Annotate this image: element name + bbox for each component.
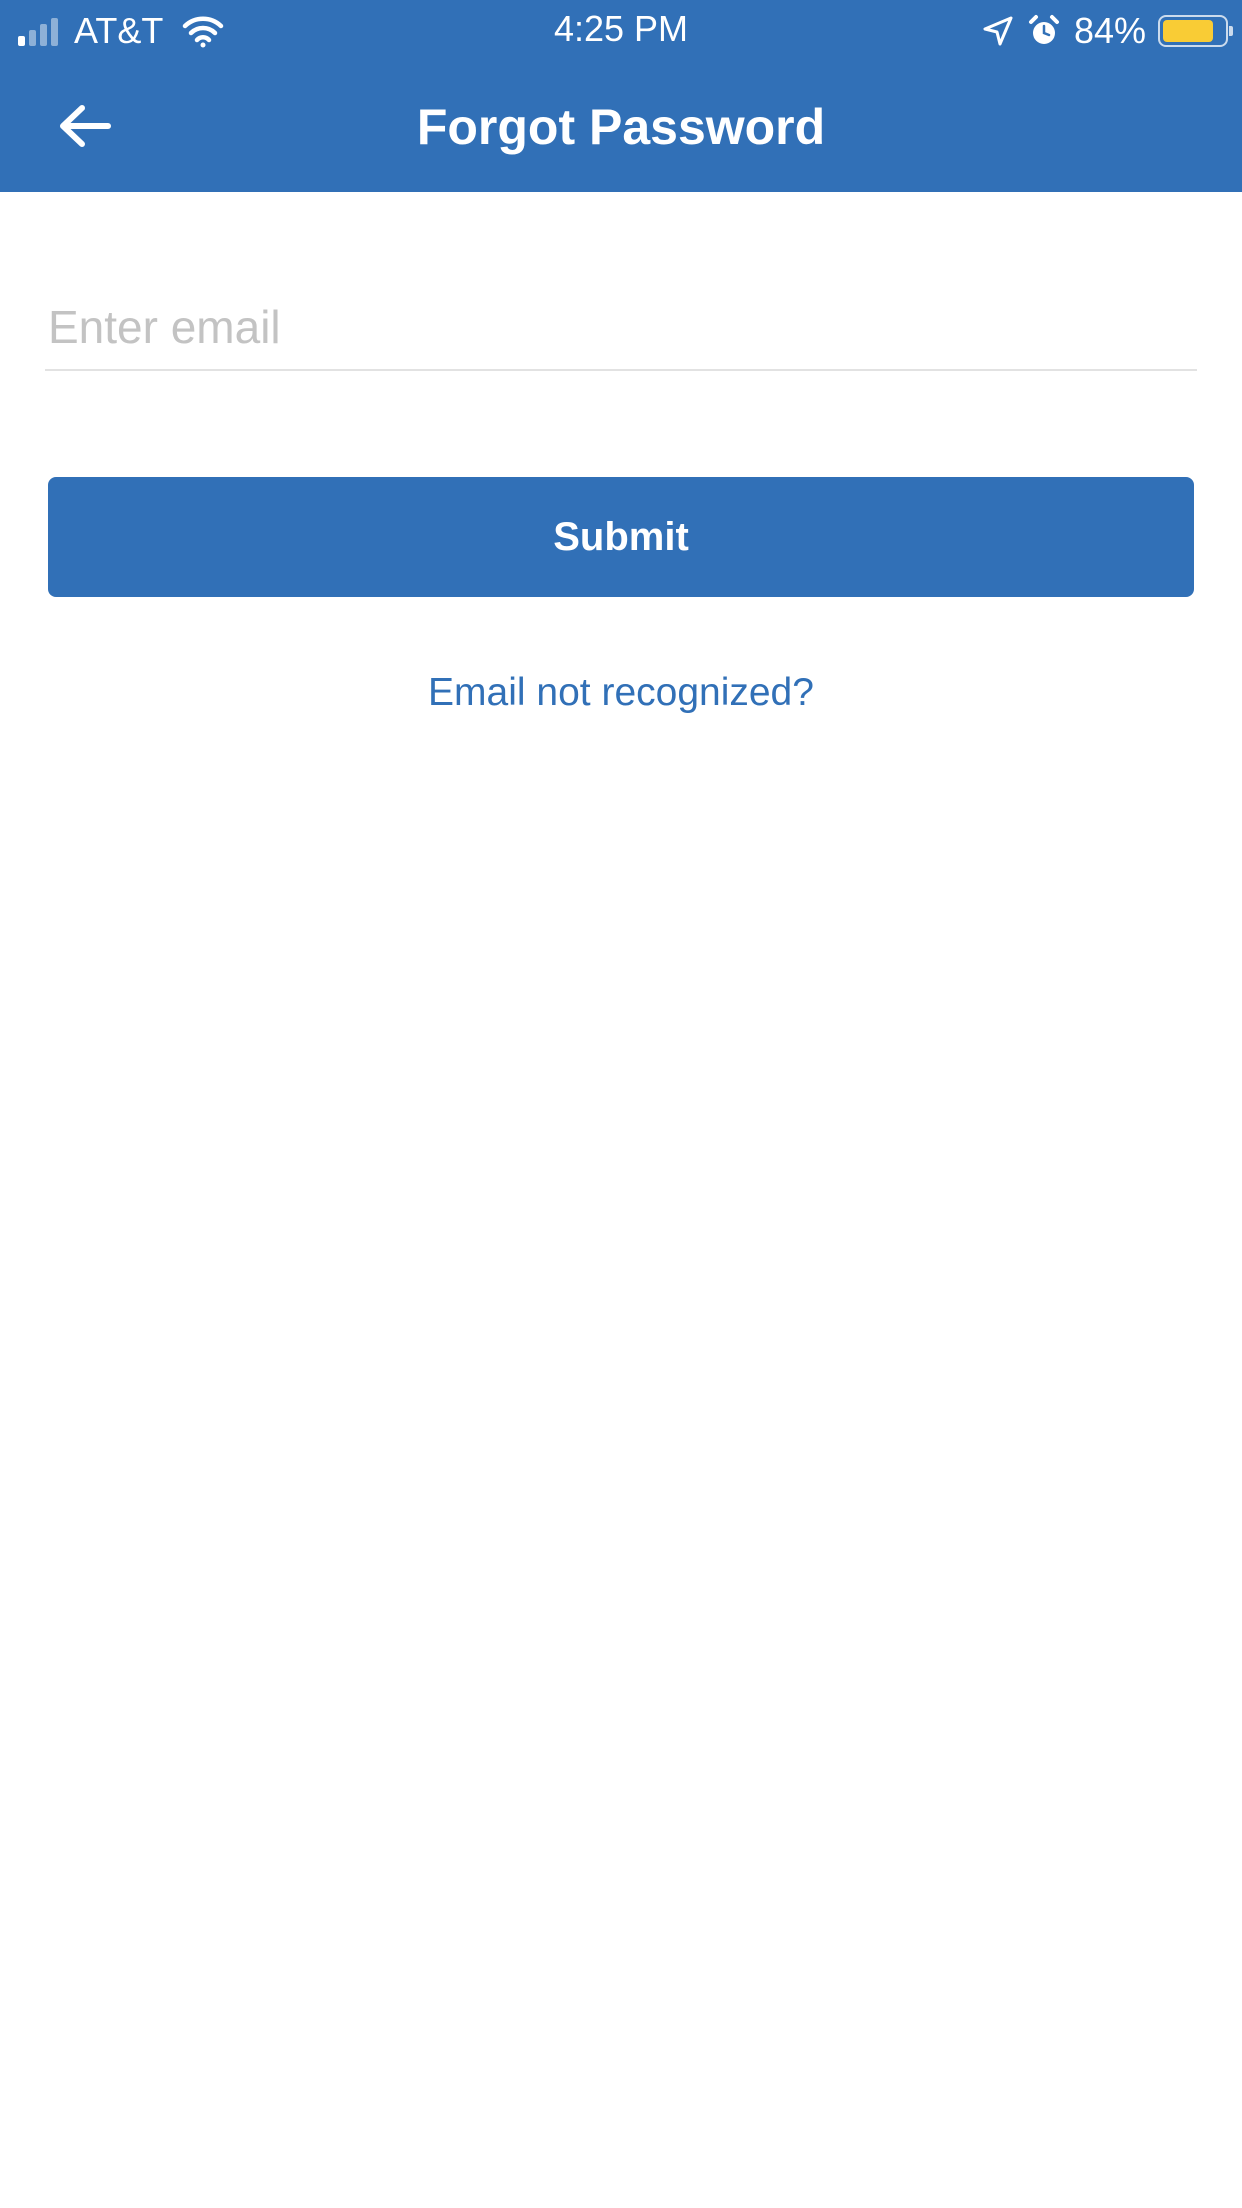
email-input[interactable] — [45, 285, 1197, 369]
email-field[interactable] — [45, 285, 1197, 371]
status-bar: AT&T 4:25 PM 84% — [0, 0, 1242, 62]
status-indicators: 84% — [982, 10, 1233, 52]
battery-percent: 84% — [1073, 10, 1146, 51]
app-header: AT&T 4:25 PM 84% Forgot Password — [0, 0, 1242, 192]
battery-icon — [1158, 15, 1233, 47]
submit-button[interactable]: Submit — [48, 477, 1194, 597]
alarm-icon — [1028, 15, 1059, 44]
page-title: Forgot Password — [416, 99, 826, 155]
battery-level — [1163, 20, 1213, 42]
navigation-bar: Forgot Password — [0, 62, 1242, 192]
email-not-recognized-link[interactable]: Email not recognized? — [0, 668, 1242, 718]
location-arrow-icon — [983, 16, 1013, 46]
battery-tip — [1229, 26, 1233, 36]
